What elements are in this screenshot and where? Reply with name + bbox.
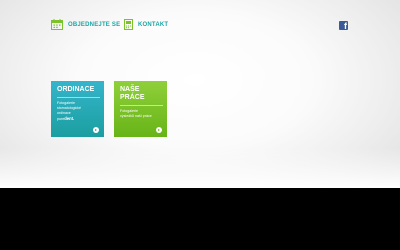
card-nase-prace-description: Fotogalerie výsledků naší práce xyxy=(120,109,163,119)
card-divider xyxy=(120,105,163,106)
nav-kontakt[interactable]: KONTAKT xyxy=(124,19,168,30)
brand-bold: dent. xyxy=(64,116,75,121)
desc-line: výsledků naší práce xyxy=(120,114,152,118)
contact-phone-icon xyxy=(124,19,133,30)
calendar-icon xyxy=(51,19,63,30)
title-line: NAŠE xyxy=(120,86,140,93)
card-nase-prace-title: NAŠE PRÁCE xyxy=(120,86,163,102)
nav-kontakt-label: KONTAKT xyxy=(138,21,169,28)
bottom-black-bar xyxy=(0,188,400,250)
brand-name: puredent. xyxy=(57,116,100,122)
arrow-right-icon[interactable] xyxy=(156,127,162,133)
arrow-right-icon[interactable] xyxy=(93,127,99,133)
card-nase-prace[interactable]: NAŠE PRÁCE Fotogalerie výsledků naší prá… xyxy=(114,81,167,137)
title-line: PRÁCE xyxy=(120,94,145,101)
card-ordinace-title: ORDINACE xyxy=(57,86,95,93)
card-ordinace-description: Fotogalerie stomatologické ordinace pure… xyxy=(57,101,100,122)
card-divider xyxy=(57,97,100,98)
facebook-glyph: f xyxy=(344,21,347,31)
page-background: OBJEDNEJTE SE KONTAKT f ORDINACE Fotogal… xyxy=(0,0,400,188)
facebook-icon[interactable]: f xyxy=(339,21,348,31)
nav-objednejte-se-label: OBJEDNEJTE SE xyxy=(68,21,121,28)
card-ordinace[interactable]: ORDINACE Fotogalerie stomatologické ordi… xyxy=(51,81,104,137)
nav-objednejte-se[interactable]: OBJEDNEJTE SE xyxy=(51,19,120,30)
